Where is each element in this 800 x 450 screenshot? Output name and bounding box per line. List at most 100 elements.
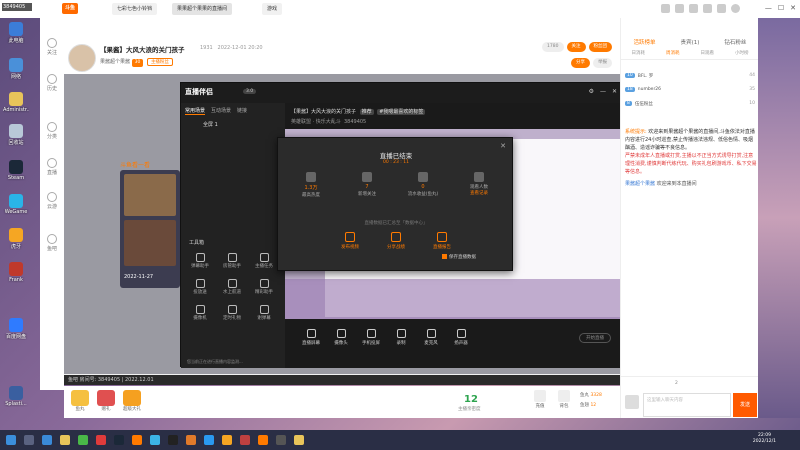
- gift-present[interactable]: 赠礼: [96, 390, 116, 412]
- subtab-daily-spend[interactable]: 日消耗: [632, 50, 646, 56]
- tag-recommend[interactable]: 推荐: [359, 109, 374, 115]
- action-report[interactable]: 直播报告: [422, 232, 462, 250]
- explorer-icon[interactable]: [60, 435, 70, 445]
- streamer-name[interactable]: 果酱超个果酱: [100, 59, 130, 65]
- subtab-daily-watch[interactable]: 日观看: [701, 50, 715, 56]
- app-icon[interactable]: [96, 435, 106, 445]
- douyu-icon[interactable]: [132, 435, 142, 445]
- view-record-link[interactable]: 查看记录: [454, 190, 504, 196]
- system-clock[interactable]: 22:09 2022/12/1: [753, 433, 776, 445]
- tab-diamond-fans[interactable]: 钻石粉丝: [724, 38, 746, 46]
- app-icon[interactable]: [186, 435, 196, 445]
- start-stream-button[interactable]: 开始直播: [579, 333, 611, 343]
- app-icon[interactable]: [204, 435, 214, 445]
- tool-cast[interactable]: 投放送: [185, 279, 215, 295]
- share-button[interactable]: 分享: [571, 58, 590, 68]
- close-icon[interactable]: ✕: [500, 142, 506, 150]
- windows-start-icon[interactable]: [6, 435, 16, 445]
- control-camera[interactable]: 摄像头: [329, 329, 353, 346]
- tab-1[interactable]: 七彩七色小铃铛: [112, 3, 158, 15]
- nav-live[interactable]: 直播: [40, 158, 64, 176]
- desktop-icon-network[interactable]: 网络: [3, 58, 29, 80]
- gift-super[interactable]: 超级大礼: [122, 390, 142, 412]
- tab-active-rank[interactable]: 活跃榜单: [634, 38, 656, 46]
- scene-name[interactable]: 全屏 1: [203, 121, 218, 128]
- gift-fishball[interactable]: 鱼丸: [70, 390, 90, 412]
- backpack-button[interactable]: 背包: [554, 390, 574, 409]
- chat-input[interactable]: 这里输入聊天内容: [643, 393, 731, 417]
- app-icon[interactable]: [276, 435, 286, 445]
- subtab-hourly[interactable]: 小时榜: [735, 50, 749, 56]
- tool-danmaku[interactable]: 弹幕助手: [185, 253, 215, 269]
- tool-highlights[interactable]: 精彩助手: [249, 279, 279, 295]
- nav-category[interactable]: 分类: [40, 122, 64, 140]
- action-publish-video[interactable]: 发布视频: [330, 232, 370, 250]
- maximize-icon[interactable]: ☐: [778, 4, 784, 12]
- desktop-icon-frank[interactable]: Frank: [3, 262, 29, 283]
- tool-camera[interactable]: 摄像机: [185, 305, 215, 321]
- control-mic[interactable]: 麦克风: [419, 329, 443, 346]
- app-icon[interactable]: [168, 435, 178, 445]
- tag-custom[interactable]: #我嗯最喜欢的标签: [377, 109, 426, 115]
- tool-waterway[interactable]: 水上航道: [217, 279, 247, 295]
- desktop-icon-recycle[interactable]: 回收站: [3, 124, 29, 146]
- tab-2[interactable]: 果果超个果果的直播间: [172, 3, 233, 15]
- nav-cloud[interactable]: 云游: [40, 192, 64, 210]
- app-icon[interactable]: [294, 435, 304, 445]
- recharge-button[interactable]: 充值: [530, 390, 550, 409]
- tool-tasks[interactable]: 主播任务: [249, 253, 279, 269]
- subtab-weekly-spend[interactable]: 周消耗: [666, 50, 680, 56]
- steam-icon[interactable]: [114, 435, 124, 445]
- stream-title[interactable]: 【果酱】大风大浪的关门孩子: [291, 109, 356, 115]
- tab-link[interactable]: 链接: [237, 107, 247, 115]
- nav-fishbar[interactable]: 鱼吧: [40, 234, 64, 252]
- minimize-icon[interactable]: —: [765, 4, 772, 12]
- history-icon[interactable]: [661, 4, 670, 13]
- tool-thanks[interactable]: 谢弹幕: [249, 305, 279, 321]
- tab-3[interactable]: 游戏: [262, 3, 283, 15]
- control-record[interactable]: 录制: [389, 329, 413, 346]
- desktop-icon-wegame[interactable]: WeGame: [3, 194, 29, 215]
- douyu-logo[interactable]: 斗鱼: [62, 3, 78, 14]
- send-button[interactable]: 发送: [733, 393, 757, 417]
- fan-badge[interactable]: 主播粉丝: [146, 58, 173, 66]
- rank-row[interactable]: 10 BFL. 罗 44: [625, 70, 755, 81]
- close-icon[interactable]: ✕: [790, 4, 796, 12]
- control-phone-cast[interactable]: 手机投屏: [359, 329, 383, 346]
- control-screen[interactable]: 直播屏幕: [299, 329, 323, 346]
- action-share-record[interactable]: 分享战绩: [376, 232, 416, 250]
- shirt-icon[interactable]: [703, 4, 712, 13]
- search-icon[interactable]: [24, 435, 34, 445]
- save-data-checkbox[interactable]: 保存直播数据: [442, 254, 476, 260]
- user-avatar-icon[interactable]: [731, 4, 740, 13]
- nav-history[interactable]: 历史: [40, 74, 64, 92]
- follow-count-button[interactable]: 1780: [542, 42, 564, 52]
- settings-icon[interactable]: ⚙: [589, 88, 594, 95]
- close-icon[interactable]: ✕: [612, 88, 617, 95]
- desktop-icon-steam[interactable]: Steam: [3, 160, 29, 181]
- gift-icon[interactable]: [717, 4, 726, 13]
- qq-icon[interactable]: [150, 435, 160, 445]
- desktop-icon-splashtop[interactable]: Splasti...: [3, 386, 29, 407]
- tab-interactive-scene[interactable]: 互动场景: [211, 107, 231, 115]
- app-icon[interactable]: [222, 435, 232, 445]
- app-icon[interactable]: [240, 435, 250, 445]
- stream-thumbnail[interactable]: 2022-11-27: [120, 170, 180, 288]
- desktop-icon-this-pc[interactable]: 此电脑: [3, 22, 29, 44]
- stream-category[interactable]: 英雄联盟 · 快乐大乱斗: [291, 119, 341, 125]
- emoji-icon[interactable]: [625, 395, 639, 409]
- report-button[interactable]: 举报: [593, 58, 612, 68]
- minimize-icon[interactable]: —: [600, 88, 606, 95]
- nav-follow[interactable]: 关注: [40, 38, 64, 56]
- mail-icon[interactable]: [689, 4, 698, 13]
- tab-common-scene[interactable]: 常用场景: [185, 107, 206, 115]
- rank-row[interactable]: 18 number26 35: [625, 84, 755, 95]
- bag-icon[interactable]: [675, 4, 684, 13]
- follow-button[interactable]: 关注: [566, 42, 586, 52]
- tool-room-admin[interactable]: 房管助手: [217, 253, 247, 269]
- desktop-icon-baidu[interactable]: 百度网盘: [3, 318, 29, 340]
- app-icon[interactable]: [258, 435, 268, 445]
- wechat-icon[interactable]: [78, 435, 88, 445]
- streamer-avatar[interactable]: [68, 44, 96, 72]
- control-speaker[interactable]: 扬声器: [449, 329, 473, 346]
